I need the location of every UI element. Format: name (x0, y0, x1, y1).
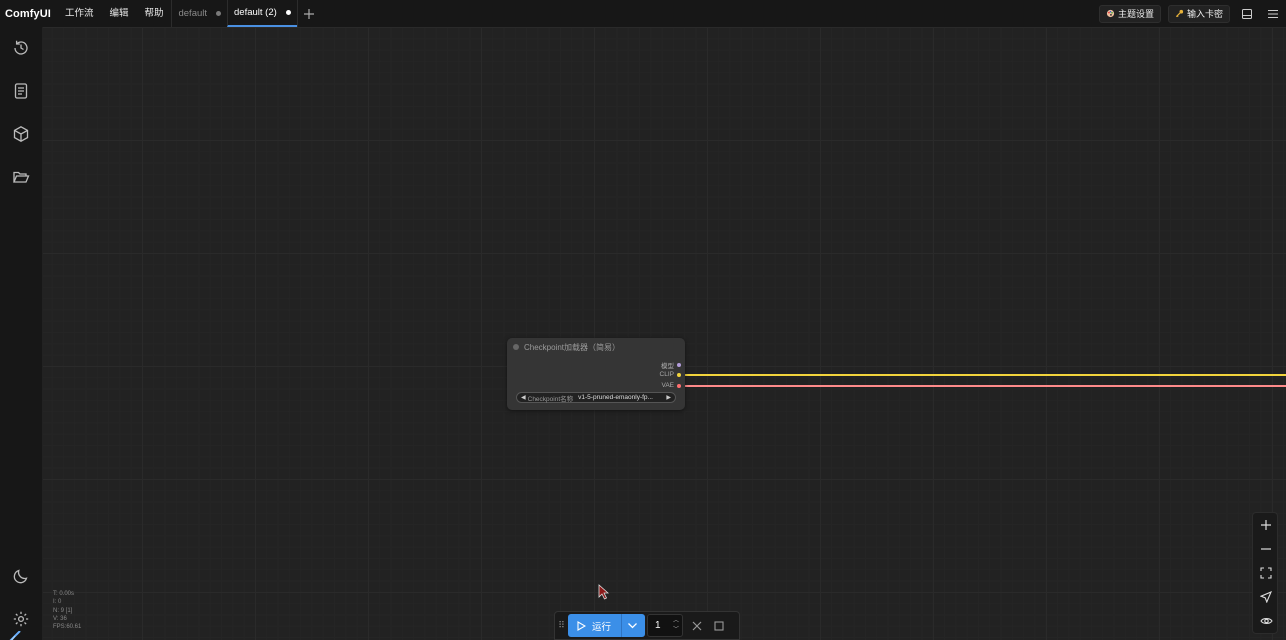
output-label: VAE (661, 382, 674, 389)
node-header[interactable]: Checkpoint加载器（简易） (507, 338, 685, 356)
close-icon (692, 621, 702, 630)
widget-label: Checkpoint名称 (527, 395, 574, 403)
menu-edit[interactable]: 编辑 (101, 0, 136, 27)
top-bar: ComfyUI 工作流 编辑 帮助 default default (2) 主题… (0, 0, 1286, 27)
main-menu-button[interactable] (1263, 4, 1283, 24)
mouse-cursor-icon (598, 584, 609, 600)
toggle-bottom-panel-button[interactable] (1237, 4, 1257, 24)
checkpoint-loader-node[interactable]: Checkpoint加载器（简易） 模型 CLIP VAE ◀ Checkpoi… (507, 338, 685, 410)
vae-link[interactable] (685, 385, 1286, 387)
plus-icon (304, 8, 315, 19)
arrow-left-icon[interactable]: ◀ (521, 394, 526, 401)
fit-screen-icon (1260, 567, 1272, 579)
eye-icon (1259, 618, 1273, 624)
output-label: CLIP (659, 371, 674, 378)
zoom-in-button[interactable] (1257, 516, 1275, 534)
top-right-actions: 主题设置 输入卡密 (1098, 0, 1286, 27)
widget-value: v1-5-pruned-emaonly-fp... (578, 394, 653, 401)
workflows-button[interactable] (11, 167, 31, 187)
node-collapse-icon[interactable] (513, 344, 519, 350)
arrow-right-icon[interactable]: ▶ (666, 394, 671, 401)
drag-handle-icon[interactable]: ⠿ (555, 620, 568, 631)
clear-queue-button[interactable] (708, 614, 730, 637)
canvas-zoom-controls (1252, 512, 1278, 634)
queue-run-bar: ⠿ 运行 1 ︿ ﹀ (554, 611, 740, 640)
sidebar (0, 27, 43, 640)
theme-settings-button[interactable]: 主题设置 (1098, 4, 1161, 23)
panel-bottom-icon (1242, 8, 1252, 19)
send-arrow-icon (1260, 591, 1272, 603)
graph-canvas[interactable] (43, 27, 1286, 640)
checkpoint-name-combo[interactable]: ◀ Checkpoint名称 v1-5-pruned-emaonly-fp...… (516, 392, 676, 403)
stat-index: I: 0 (53, 599, 62, 606)
output-port-icon[interactable] (677, 363, 681, 367)
pan-mode-button[interactable] (1257, 588, 1275, 606)
batch-count-input[interactable]: 1 ︿ ﹀ (647, 614, 683, 637)
play-icon (577, 620, 586, 631)
node-title: Checkpoint加载器（简易） (524, 342, 621, 352)
stat-time: T: 0.00s (53, 591, 75, 597)
moon-icon (13, 569, 28, 584)
stat-vertices: V: 36 (53, 615, 67, 622)
unsaved-dot-icon[interactable] (285, 10, 291, 15)
node-library-button[interactable] (11, 81, 31, 101)
output-clip[interactable]: CLIP (660, 371, 681, 378)
toggle-links-button[interactable] (1257, 612, 1275, 630)
theme-toggle-button[interactable] (11, 566, 31, 586)
tab-label: default (2) (234, 7, 277, 18)
menu-workflow[interactable]: 工作流 (57, 0, 102, 27)
cancel-button[interactable] (686, 614, 708, 637)
minus-icon (1261, 548, 1271, 550)
output-label: 模型 (661, 363, 674, 370)
chevron-down-icon[interactable] (626, 619, 639, 632)
menu-help[interactable]: 帮助 (136, 0, 167, 27)
hamburger-menu-icon (1268, 9, 1278, 18)
output-vae[interactable]: VAE (661, 382, 681, 389)
history-icon (14, 40, 28, 55)
tab-default-2[interactable]: default (2) (227, 0, 297, 27)
palette-icon (1106, 9, 1115, 18)
queue-history-button[interactable] (11, 38, 31, 58)
run-label: 运行 (592, 621, 612, 633)
clip-link[interactable] (685, 374, 1286, 376)
theme-settings-label: 主题设置 (1117, 9, 1154, 19)
brand-logo-icon (9, 631, 21, 640)
output-model[interactable]: 模型 (661, 360, 681, 370)
comfyui-app: ComfyUI 工作流 编辑 帮助 default default (2) 主题… (0, 0, 1286, 640)
gear-icon (13, 611, 29, 627)
new-tab-button[interactable] (296, 0, 321, 27)
stepper-icon[interactable]: ︿ ﹀ (673, 617, 679, 635)
tab-default[interactable]: default (171, 0, 227, 27)
tab-label: default (178, 8, 208, 19)
unsaved-dot-icon[interactable] (216, 11, 222, 16)
stat-nodes: N: 9 [1] (53, 607, 73, 614)
folder-open-icon (13, 171, 30, 183)
canvas-stats: T: 0.00s I: 0 N: 9 [1] V: 36 FPS:60.61 (53, 590, 81, 631)
stat-fps: FPS:60.61 (53, 624, 82, 631)
fit-view-button[interactable] (1257, 564, 1275, 582)
model-library-button[interactable] (11, 124, 31, 144)
cube-icon (13, 126, 29, 142)
document-icon (14, 83, 28, 99)
run-button[interactable]: 运行 (568, 614, 645, 637)
output-port-icon[interactable] (677, 372, 681, 377)
enter-key-label: 输入卡密 (1186, 9, 1223, 19)
zoom-out-button[interactable] (1257, 540, 1275, 558)
stop-icon (714, 620, 724, 631)
output-port-icon[interactable] (677, 383, 681, 388)
settings-button[interactable] (11, 609, 31, 629)
enter-key-button[interactable]: 输入卡密 (1167, 4, 1230, 23)
app-brand: ComfyUI (5, 7, 51, 20)
run-button-separator (621, 614, 622, 637)
batch-count-value: 1 (655, 620, 661, 631)
key-icon (1175, 9, 1184, 18)
plus-icon (1261, 520, 1271, 530)
